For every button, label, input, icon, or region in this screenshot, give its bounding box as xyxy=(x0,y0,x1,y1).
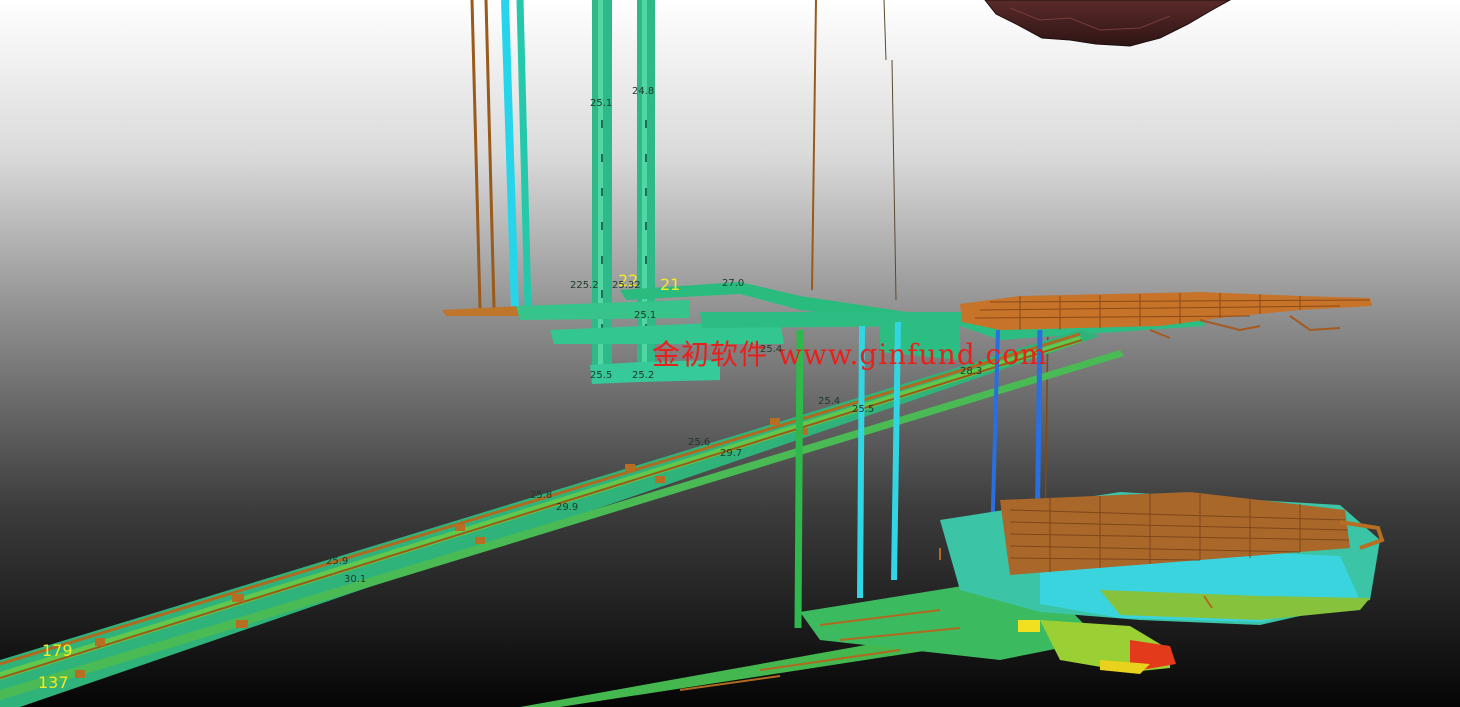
label: 25.1 xyxy=(634,310,656,321)
label: 179 xyxy=(42,641,73,660)
label: 29.7 xyxy=(720,448,742,459)
label: 28.3 xyxy=(960,366,982,377)
label: 25.8 xyxy=(530,490,552,501)
label: 27.0 xyxy=(722,278,744,289)
label: 25.1 xyxy=(590,98,612,109)
label: 25.4 xyxy=(760,344,782,355)
label: 25.32 xyxy=(612,280,641,291)
label: 137 xyxy=(38,673,69,692)
label: 25.6 xyxy=(688,437,710,448)
3d-viewport[interactable]: 金初软件 www.ginfund.com 25.1 24.8 27.0 21 2… xyxy=(0,0,1460,707)
upper-left-landing[interactable] xyxy=(442,306,522,316)
label: 24.8 xyxy=(632,86,654,97)
label: 225.2 xyxy=(570,280,599,291)
cyan-shafts-upper[interactable] xyxy=(501,0,532,311)
label: 25.4 xyxy=(818,396,840,407)
label: 29.9 xyxy=(556,502,578,513)
label: 25.5 xyxy=(590,370,612,381)
label: 25.2 xyxy=(632,370,654,381)
label: 21 xyxy=(660,275,680,294)
mine-model-scene[interactable]: 金初软件 www.ginfund.com 25.1 24.8 27.0 21 2… xyxy=(0,0,1460,707)
watermark-text: 金初软件 www.ginfund.com xyxy=(652,338,1048,371)
label: 25.9 xyxy=(326,556,348,567)
label: 25.5 xyxy=(852,404,874,415)
label: 30.1 xyxy=(344,574,366,585)
lower-level[interactable] xyxy=(520,492,1385,707)
ore-body[interactable] xyxy=(984,0,1232,47)
main-shafts[interactable] xyxy=(592,0,655,380)
